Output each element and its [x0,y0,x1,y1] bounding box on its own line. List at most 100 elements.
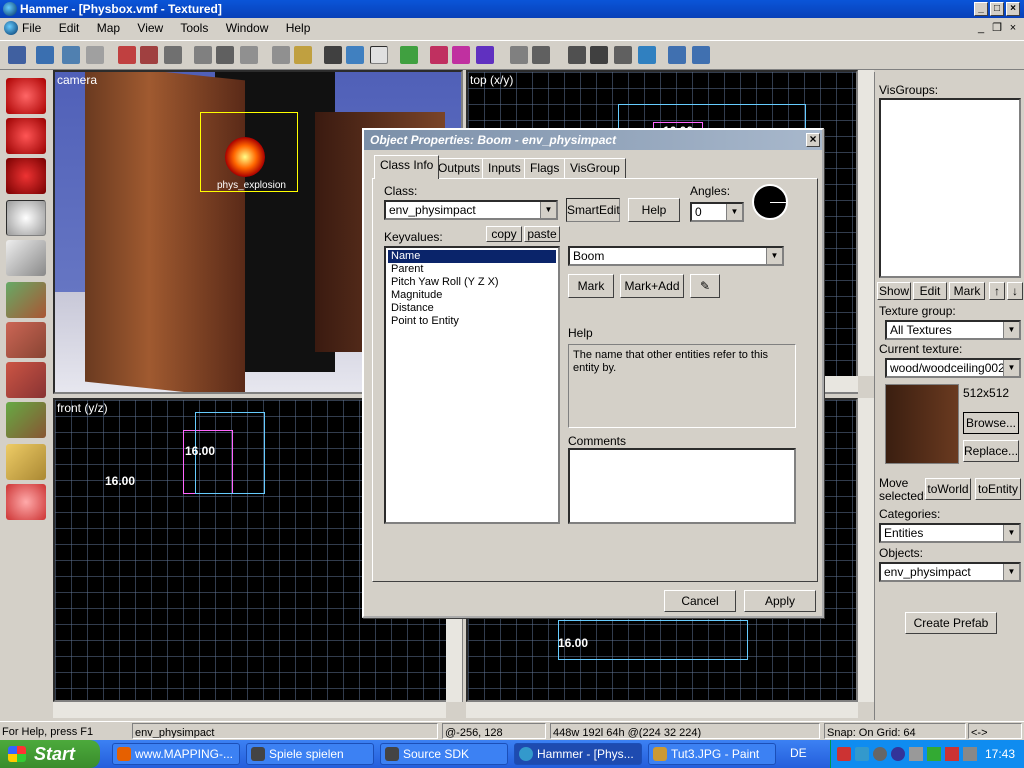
keyvalue-name[interactable]: Name [388,250,556,263]
close-icon[interactable]: × [1006,2,1020,16]
maximize-icon[interactable]: □ [990,2,1004,16]
visgroups-list[interactable] [879,98,1021,278]
volume-icon[interactable] [963,747,977,761]
vertex-tool-icon[interactable] [6,484,46,520]
entity-report-icon[interactable] [510,46,528,64]
menu-file[interactable]: File [22,21,41,35]
cascade-icon[interactable] [692,46,710,64]
overlay-tool-icon[interactable] [6,402,46,438]
paste-button[interactable]: paste [524,226,560,242]
carve-icon[interactable] [118,46,136,64]
tab-outputs[interactable]: Outputs [432,158,487,178]
show-button[interactable]: Show [877,282,911,300]
visgroup-mark-button[interactable]: Mark [949,282,985,300]
autoselect3-icon[interactable] [476,46,494,64]
keyvalue-point-to-entity[interactable]: Point to Entity [388,315,556,328]
block-tool-icon[interactable] [6,240,46,276]
current-texture-select[interactable]: wood/woodceiling002a ▼ [885,358,1021,378]
menu-map[interactable]: Map [97,21,120,35]
create-prefab-button[interactable]: Create Prefab [905,612,997,634]
selection-tool-icon[interactable] [6,78,46,114]
mdi-restore-icon[interactable]: ❐ [990,22,1004,34]
task-firefox[interactable]: www.MAPPING-... [112,743,240,765]
tab-visgroup[interactable]: VisGroup [564,158,626,178]
mdi-minimize-icon[interactable]: _ [974,22,988,34]
menu-view[interactable]: View [137,21,163,35]
class-select[interactable]: env_physimpact ▼ [384,200,558,220]
replace-button[interactable]: Replace... [963,440,1019,462]
smartedit-button[interactable]: SmartEdit [566,198,620,222]
menu-help[interactable]: Help [286,21,311,35]
document-icon[interactable] [4,21,18,35]
grid-icon[interactable] [568,46,586,64]
keyvalue-parent[interactable]: Parent [388,263,556,276]
task-steam-games[interactable]: Spiele spielen [246,743,374,765]
clipping-tool-icon[interactable] [6,444,46,480]
tray-icon-3[interactable] [873,747,887,761]
arrow-up-icon[interactable]: ↑ [989,282,1005,300]
texture-app-icon[interactable] [62,46,80,64]
eyedropper-icon[interactable]: ✎ [690,274,720,298]
dialog-close-icon[interactable]: × [806,133,820,147]
name-value-field[interactable]: Boom ▼ [568,246,784,266]
minimize-icon[interactable]: _ [974,2,988,16]
task-paint[interactable]: Tut3.JPG - Paint [648,743,776,765]
menu-edit[interactable]: Edit [59,21,80,35]
tray-icon-6[interactable] [927,747,941,761]
comments-field[interactable] [568,448,796,524]
keyvalue-pitch-yaw-roll[interactable]: Pitch Yaw Roll (Y Z X) [388,276,556,289]
front-view-hscroll[interactable] [53,702,446,718]
group-icon[interactable] [140,46,158,64]
larger-grid-icon[interactable] [638,46,656,64]
tray-icon-7[interactable] [945,747,959,761]
open-icon[interactable] [8,46,26,64]
objects-select[interactable]: env_physimpact ▼ [879,562,1021,582]
task-hammer[interactable]: Hammer - [Phys... [514,743,642,765]
keyvalue-distance[interactable]: Distance [388,302,556,315]
run-map-icon[interactable] [532,46,550,64]
autoselect2-icon[interactable] [452,46,470,64]
tray-icon-1[interactable] [837,747,851,761]
help-button[interactable]: Help [628,198,680,222]
tray-icon-4[interactable] [891,747,905,761]
selection-box-icon[interactable] [324,46,342,64]
menu-window[interactable]: Window [226,21,269,35]
tray-icon-2[interactable] [855,747,869,761]
decal-tool-icon[interactable] [6,362,46,398]
top-view-vscroll[interactable] [858,70,874,376]
mdi-close-icon[interactable]: × [1006,22,1020,34]
hide-icon[interactable] [272,46,290,64]
tab-class-info[interactable]: Class Info [374,155,440,179]
magnify-tool-icon[interactable] [6,118,46,154]
visgroup-edit-button[interactable]: Edit [913,282,947,300]
texture-tool-icon[interactable] [6,282,46,318]
ig-icon[interactable] [86,46,104,64]
smaller-grid-icon[interactable] [614,46,632,64]
copy-button[interactable]: copy [486,226,522,242]
mark-add-button[interactable]: Mark+Add [620,274,684,298]
arrow-down-icon[interactable]: ↓ [1007,282,1023,300]
texture-group-select[interactable]: All Textures ▼ [885,320,1021,340]
tab-flags[interactable]: Flags [524,158,566,178]
tab-inputs[interactable]: Inputs [482,158,527,178]
hollow-icon[interactable] [164,46,182,64]
entity-tool-icon[interactable] [6,200,46,236]
tray-icon-5[interactable] [909,747,923,761]
cancel-button[interactable]: Cancel [664,590,736,612]
angle-dial[interactable] [752,184,788,220]
select-icon[interactable] [346,46,364,64]
mark-button[interactable]: Mark [568,274,614,298]
side-view-hscroll[interactable] [466,702,858,718]
side-view-vscroll[interactable] [858,398,874,702]
paste-icon[interactable] [240,46,258,64]
camera-tool-icon[interactable] [6,158,46,194]
keyvalue-magnitude[interactable]: Magnitude [388,289,556,302]
tl-icon[interactable] [370,46,388,64]
tile-icon[interactable] [668,46,686,64]
browse-button[interactable]: Browse... [963,412,1019,434]
cut-icon[interactable] [194,46,212,64]
start-button[interactable]: Start [0,740,100,768]
texture-lock-icon[interactable] [36,46,54,64]
copy-icon[interactable] [216,46,234,64]
autoselect-icon[interactable] [430,46,448,64]
